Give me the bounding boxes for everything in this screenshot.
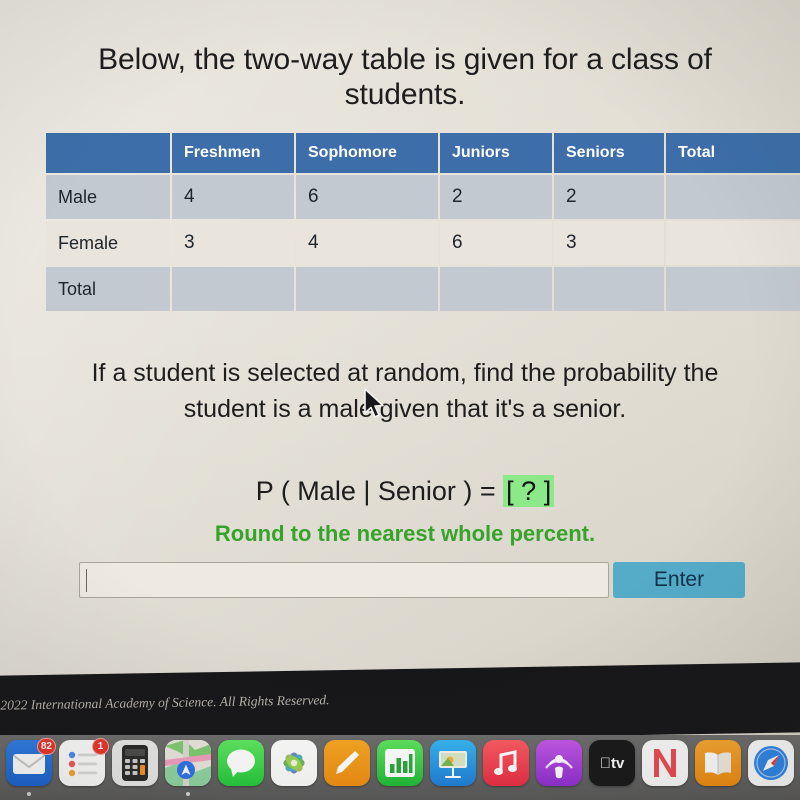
table-body: Male 4 6 2 2 Female 3 4 6 3 Total: [46, 175, 800, 311]
question-text: If a student is selected at random, find…: [91, 359, 719, 423]
enter-button[interactable]: Enter: [613, 562, 745, 598]
cell-male-freshmen: 4: [172, 175, 294, 219]
dock-item-keynote[interactable]: [426, 740, 479, 796]
dock-item-safari[interactable]: [744, 740, 797, 796]
column-header-sophomore: Sophomore: [296, 133, 438, 173]
podcast-icon[interactable]: [535, 740, 582, 786]
cell-male-seniors: 2: [554, 175, 664, 219]
copyright-text: 2022 International Academy of Science. A…: [0, 692, 330, 713]
pencil-icon[interactable]: [323, 740, 370, 786]
cell-total-total: [666, 267, 800, 311]
dock-item-books[interactable]: [691, 740, 744, 796]
row-header-total: Total: [46, 267, 170, 311]
dock-items: 82 1 tv: [0, 738, 800, 800]
two-way-table: Freshmen Sophomore Juniors Seniors Total…: [44, 131, 800, 313]
screen-photo: Below, the two-way table is given for a …: [0, 0, 800, 800]
answer-blank-highlight: [ ? ]: [503, 475, 555, 507]
cell-male-juniors: 2: [440, 175, 552, 219]
probability-prefix: P ( Male | Senior ) =: [255, 476, 504, 506]
dock-item-calculator[interactable]: [108, 740, 161, 796]
dock-item-appletv[interactable]: tv: [585, 740, 638, 796]
cell-male-sophomore: 6: [296, 175, 438, 219]
calculator-icon[interactable]: [111, 740, 158, 786]
dock-item-photos[interactable]: [267, 740, 320, 796]
probability-expression: P ( Male | Senior ) = [ ? ]: [50, 475, 760, 507]
rounding-instruction: Round to the nearest whole percent.: [214, 521, 596, 546]
dock-item-messages[interactable]: [214, 740, 267, 796]
photos-icon[interactable]: [270, 740, 317, 786]
maps-running-dot: [185, 792, 190, 796]
cell-total-freshmen: [172, 267, 294, 311]
cell-female-freshmen: 3: [172, 221, 294, 265]
mail-running-dot: [26, 792, 31, 796]
cell-male-total: [666, 175, 800, 219]
table-row-male: Male 4 6 2 2: [46, 175, 800, 219]
cell-total-sophomore: [296, 267, 438, 311]
dock-item-podcasts[interactable]: [532, 740, 585, 796]
cell-total-juniors: [440, 267, 552, 311]
screen-bezel: 2022 International Academy of Science. A…: [0, 661, 800, 746]
news-icon[interactable]: [641, 740, 688, 786]
row-header-male: Male: [46, 175, 170, 219]
column-header-seniors: Seniors: [554, 133, 664, 173]
cell-female-juniors: 6: [440, 221, 552, 265]
column-header-freshmen: Freshmen: [172, 133, 294, 173]
table-row-female: Female 3 4 6 3: [46, 221, 800, 265]
dock-item-maps[interactable]: [161, 740, 214, 796]
books-icon[interactable]: [694, 740, 741, 786]
cell-total-seniors: [554, 267, 664, 311]
presentation-icon[interactable]: [429, 740, 476, 786]
answer-row: Enter: [79, 562, 745, 600]
table-row-total: Total: [46, 267, 800, 311]
dock-item-mail[interactable]: 82: [2, 738, 56, 796]
table-corner-cell: [46, 133, 170, 173]
row-header-female: Female: [46, 221, 170, 265]
dock-item-music[interactable]: [479, 740, 532, 796]
mail-badge: 82: [36, 738, 56, 755]
answer-input[interactable]: [79, 562, 609, 598]
text-caret: [86, 569, 87, 592]
dock-item-numbers[interactable]: [373, 740, 426, 796]
table-header: Freshmen Sophomore Juniors Seniors Total: [46, 133, 800, 173]
reminders-badge: 1: [92, 738, 109, 755]
table-header-row: Freshmen Sophomore Juniors Seniors Total: [46, 133, 800, 173]
column-header-total: Total: [666, 133, 800, 173]
music-note-icon[interactable]: [482, 740, 529, 786]
apple-tv-icon[interactable]: tv: [588, 740, 635, 786]
safari-compass-icon[interactable]: [747, 740, 794, 786]
question-heading: Below, the two-way table is given for a …: [98, 43, 712, 112]
bar-chart-icon[interactable]: [376, 740, 423, 786]
dock-item-notes[interactable]: [320, 740, 373, 796]
dock-item-reminders[interactable]: 1: [55, 738, 109, 796]
maps-icon[interactable]: [164, 740, 211, 786]
dock-item-news[interactable]: [638, 740, 691, 796]
svg-text:tv: tv: [599, 755, 624, 772]
cell-female-seniors: 3: [554, 221, 664, 265]
cell-female-sophomore: 4: [296, 221, 438, 265]
messages-icon[interactable]: [217, 740, 264, 786]
column-header-juniors: Juniors: [440, 133, 552, 173]
macos-dock: 82 1 tv: [0, 735, 800, 800]
cell-female-total: [666, 221, 800, 265]
